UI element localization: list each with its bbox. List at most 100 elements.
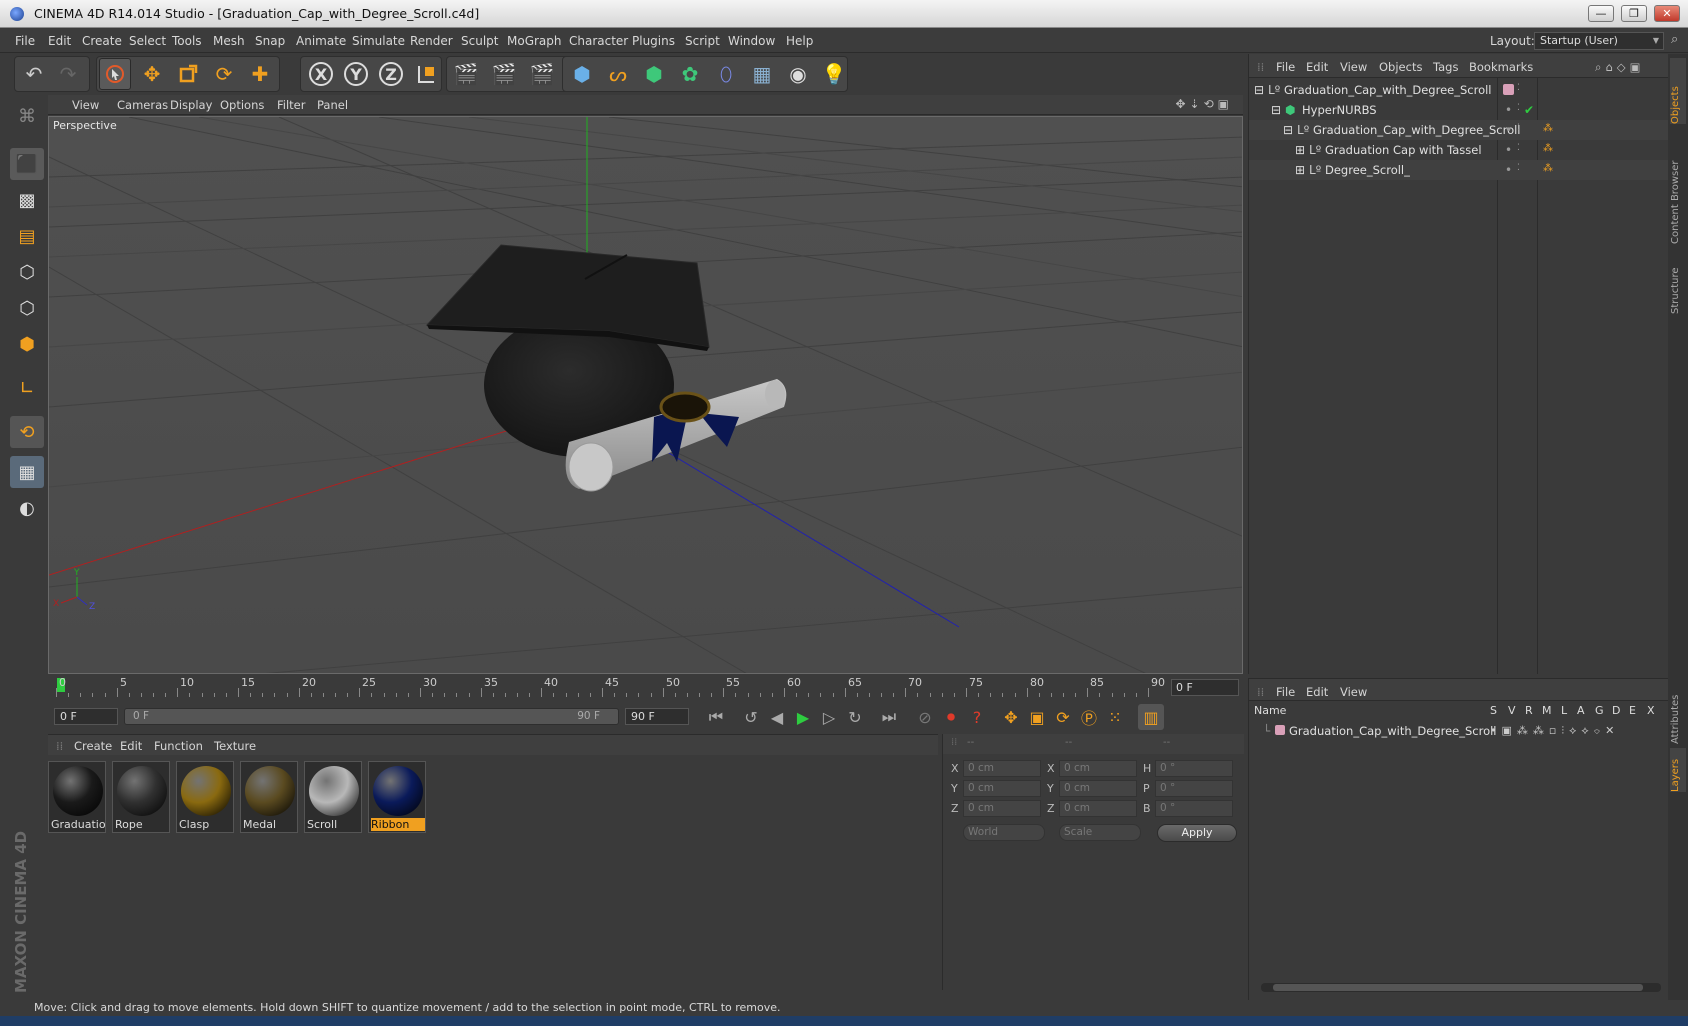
key-position-icon[interactable]: ✥: [998, 704, 1024, 730]
play-icon[interactable]: ▶: [790, 704, 816, 730]
material-swatch[interactable]: Graduation: [48, 761, 106, 833]
start-frame-field[interactable]: 0 F: [54, 708, 118, 725]
layer-flag-icons[interactable]: •▣⁂⁂▫⫶⟡⟡⌔✕: [1490, 724, 1619, 738]
object-menu-edit[interactable]: Edit: [1306, 60, 1328, 74]
keyframe-selection-icon[interactable]: ?: [964, 704, 990, 730]
key-rotation-icon[interactable]: ⟳: [1050, 704, 1076, 730]
menu-render[interactable]: Render: [410, 34, 453, 48]
menu-mograph[interactable]: MoGraph: [507, 34, 562, 48]
spline-icon[interactable]: ᔕ: [602, 58, 634, 90]
frame-ruler[interactable]: 0 5 10 15 20 25 30 35 40 45 50 55 60 65 70 75 80 85 90: [56, 676, 1168, 698]
minimize-button[interactable]: —: [1588, 5, 1614, 22]
horizontal-scrollbar[interactable]: [1261, 983, 1661, 992]
col-expressions[interactable]: E: [1629, 704, 1636, 717]
editor-visibility-dot-icon[interactable]: •: [1505, 123, 1512, 137]
col-render[interactable]: R: [1525, 704, 1533, 717]
next-key-icon[interactable]: ↻: [842, 704, 868, 730]
coordinate-system-icon[interactable]: [410, 58, 442, 90]
scrollbar-thumb[interactable]: [1273, 984, 1643, 991]
undo-icon[interactable]: ↶: [18, 58, 50, 90]
object-menu-objects[interactable]: Objects: [1379, 60, 1422, 74]
apply-button[interactable]: Apply: [1157, 824, 1237, 842]
material-menu-function[interactable]: Function: [154, 739, 203, 753]
material-swatch[interactable]: Clasp: [176, 761, 234, 833]
enabled-check-icon[interactable]: ✔: [1524, 103, 1534, 117]
col-view[interactable]: V: [1508, 704, 1516, 717]
visibility-dots-icon[interactable]: ⁚: [1517, 103, 1520, 113]
tree-row[interactable]: ⊟ ⬢ HyperNURBS • ⁚ ✔: [1249, 100, 1669, 120]
layout-select[interactable]: Startup (User): [1534, 32, 1664, 50]
deformer-icon[interactable]: ⬯: [710, 58, 742, 90]
col-deformers[interactable]: D: [1612, 704, 1620, 717]
model-mode-icon[interactable]: ⬛: [10, 148, 44, 180]
visibility-dots-icon[interactable]: ⁚: [1517, 163, 1520, 173]
expand-icon[interactable]: ⊞: [1295, 143, 1305, 157]
layer-name[interactable]: Graduation_Cap_with_Degree_Scroll: [1289, 724, 1497, 738]
scale-mode-select[interactable]: Scale: [1059, 824, 1141, 841]
close-button[interactable]: ✕: [1654, 5, 1680, 22]
editor-visibility-dot-icon[interactable]: •: [1505, 143, 1512, 157]
points-mode-icon[interactable]: ⬡: [10, 256, 44, 288]
next-frame-icon[interactable]: ▷: [816, 704, 842, 730]
menu-animate[interactable]: Animate: [296, 34, 346, 48]
menu-help[interactable]: Help: [786, 34, 813, 48]
material-menu-create[interactable]: Create: [74, 739, 112, 753]
editor-visibility-dot-icon[interactable]: •: [1505, 163, 1512, 177]
object-menu-view[interactable]: View: [1340, 60, 1367, 74]
menu-create[interactable]: Create: [82, 34, 122, 48]
viewport-menu-options[interactable]: Options: [220, 98, 264, 112]
render-picture-viewer-icon[interactable]: 🎬: [488, 58, 520, 90]
tab-attributes[interactable]: Attributes: [1670, 680, 1686, 744]
coordinate-mode-select[interactable]: World: [963, 824, 1045, 841]
timeline-ruler[interactable]: 0 5 10 15 20 25 30 35 40 45 50 55 60 65 70 75 80 85 90 0 F: [48, 676, 1243, 700]
viewport-menu-filter[interactable]: Filter: [277, 98, 305, 112]
render-settings-icon[interactable]: 🎬: [526, 58, 558, 90]
key-parameter-icon[interactable]: Ⓟ: [1076, 704, 1102, 730]
camera-icon[interactable]: ◉: [782, 58, 814, 90]
timeline-window-icon[interactable]: ▥: [1138, 704, 1164, 730]
viewport-menu-view[interactable]: View: [72, 98, 99, 112]
col-solo[interactable]: S: [1490, 704, 1497, 717]
menu-character[interactable]: Character: [569, 34, 628, 48]
range-slider[interactable]: 0 F 90 F: [124, 708, 619, 725]
viewport-nav-icons[interactable]: ✥⇣⟲▣: [1175, 97, 1233, 111]
col-locked[interactable]: L: [1561, 704, 1567, 717]
y-axis-lock-icon[interactable]: Y: [340, 58, 372, 90]
col-name[interactable]: Name: [1254, 704, 1286, 717]
edges-mode-icon[interactable]: ⬡: [10, 292, 44, 324]
expand-icon[interactable]: ⊞: [1295, 163, 1305, 177]
col-generators[interactable]: G: [1595, 704, 1604, 717]
cube-primitive-icon[interactable]: ⬢: [566, 58, 598, 90]
size-x-field[interactable]: 0 cm: [1059, 760, 1137, 777]
material-menu-edit[interactable]: Edit: [120, 739, 142, 753]
material-swatch[interactable]: Scroll: [304, 761, 362, 833]
menu-sculpt[interactable]: Sculpt: [461, 34, 498, 48]
col-manager[interactable]: M: [1542, 704, 1552, 717]
viewport-menu-display[interactable]: Display: [170, 98, 212, 112]
viewport-menu-panel[interactable]: Panel: [317, 98, 348, 112]
perspective-viewport[interactable]: Perspective Y X Z: [48, 116, 1243, 674]
layer-menu-view[interactable]: View: [1340, 685, 1367, 699]
size-y-field[interactable]: 0 cm: [1059, 780, 1137, 797]
render-view-icon[interactable]: 🎬: [450, 58, 482, 90]
menu-select[interactable]: Select: [129, 34, 166, 48]
make-editable-icon[interactable]: ⌘: [10, 100, 44, 132]
position-x-field[interactable]: 0 cm: [963, 760, 1041, 777]
object-menu-bookmarks[interactable]: Bookmarks: [1469, 60, 1533, 74]
auto-keying-icon[interactable]: ⏺: [938, 704, 964, 730]
rotation-h-field[interactable]: 0 °: [1155, 760, 1233, 777]
viewport-menu-cameras[interactable]: Cameras: [117, 98, 168, 112]
restore-button[interactable]: ❐: [1621, 5, 1647, 22]
tab-content-browser[interactable]: Content Browser: [1670, 134, 1686, 244]
workplane-icon[interactable]: ▤: [10, 220, 44, 252]
collapse-icon[interactable]: ⊟: [1271, 103, 1281, 117]
light-icon[interactable]: 💡: [818, 58, 850, 90]
material-tag-icon[interactable]: ⁂: [1543, 163, 1553, 174]
move-tool-icon[interactable]: ✥: [136, 58, 168, 90]
rotation-b-field[interactable]: 0 °: [1155, 800, 1233, 817]
tree-row[interactable]: ⊟ Lº Graduation_Cap_with_Degree_Scroll •…: [1249, 120, 1669, 140]
material-menu-texture[interactable]: Texture: [214, 739, 256, 753]
tree-row[interactable]: ⊞ Lº Degree_Scroll_ • ⁚ ⁂: [1249, 160, 1669, 180]
menu-mesh[interactable]: Mesh: [213, 34, 245, 48]
z-axis-lock-icon[interactable]: Z: [375, 58, 407, 90]
